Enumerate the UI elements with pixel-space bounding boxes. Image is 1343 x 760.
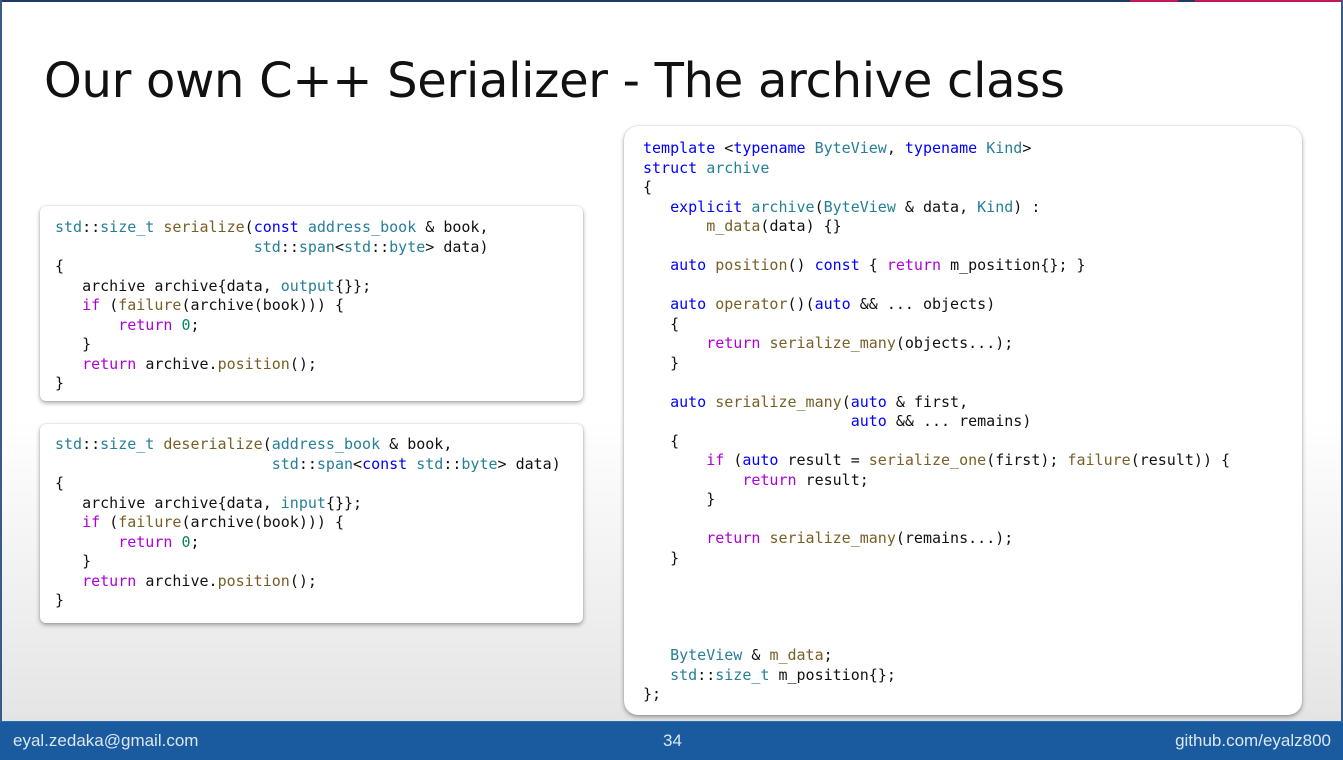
code-line: ByteView & m_data;: [670, 646, 833, 664]
code-line: archive archive{data, output{}};: [82, 276, 372, 295]
code-line: }: [82, 552, 92, 570]
serialize-code-panel: std::size_t serialize(const address_book…: [40, 206, 583, 401]
code-line: auto && ... remains): [850, 412, 1032, 430]
footer-bar: eyal.zedaka@gmail.com 34 github.com/eyal…: [0, 721, 1343, 760]
footer-email: eyal.zedaka@gmail.com: [13, 731, 199, 750]
deserialize-code: std::size_t deserialize(address_book & b…: [55, 435, 561, 611]
code-line: auto operator()(auto && ... objects): [670, 295, 996, 313]
code-line: return result;: [742, 470, 869, 489]
code-line: }: [55, 374, 65, 392]
code-line: {: [55, 474, 65, 492]
code-line: }: [82, 335, 92, 353]
code-line: }: [670, 353, 680, 372]
code-line: return archive.position();: [82, 571, 317, 590]
archive-class-code-panel: template <typename ByteView, typename Ki…: [624, 126, 1302, 715]
code-line: std::span<const std::byte> data): [271, 454, 561, 473]
code-line: {: [643, 178, 653, 196]
code-line: auto serialize_many(auto & first,: [670, 392, 969, 411]
code-line: return 0;: [118, 315, 200, 334]
code-line: {: [55, 257, 65, 275]
top-accent-segment: [1130, 0, 1178, 2]
code-line: return serialize_many(objects...);: [706, 334, 1014, 352]
slide-title: Our own C++ Serializer - The archive cla…: [44, 53, 1065, 109]
code-line: if (failure(archive(book))) {: [82, 513, 344, 531]
code-line: {: [670, 314, 680, 333]
archive-class-code: template <typename ByteView, typename Ki…: [643, 139, 1230, 705]
code-line: std::size_t m_position{};: [670, 665, 896, 684]
code-line: explicit archive(ByteView & data, Kind) …: [670, 197, 1041, 216]
top-stripe: [0, 0, 1343, 2]
code-line: std::size_t deserialize(address_book & b…: [55, 435, 453, 453]
code-line: }: [706, 490, 716, 508]
code-line: archive archive{data, input{}};: [82, 493, 363, 512]
code-line: return archive.position();: [82, 354, 317, 373]
code-line: return serialize_many(remains...);: [706, 529, 1014, 547]
serialize-code: std::size_t serialize(const address_book…: [55, 218, 489, 394]
code-line: };: [643, 685, 662, 703]
code-line: template <typename ByteView, typename Ki…: [643, 139, 1032, 157]
code-line: }: [55, 591, 65, 609]
code-line: }: [670, 548, 680, 567]
footer-github: github.com/eyalz800: [1175, 731, 1331, 750]
code-line: auto position() const { return m_positio…: [670, 256, 1086, 274]
code-line: m_data(data) {}: [706, 217, 842, 235]
page-number: 34: [663, 731, 682, 750]
deserialize-code-panel: std::size_t deserialize(address_book & b…: [40, 424, 583, 623]
code-line: if (auto result = serialize_one(first); …: [706, 451, 1231, 469]
top-accent-segment: [1195, 0, 1343, 2]
left-edge: [0, 0, 2, 721]
code-line: {: [670, 431, 680, 450]
code-line: std::span<std::byte> data): [253, 237, 489, 256]
code-line: return 0;: [118, 532, 200, 551]
code-line: std::size_t serialize(const address_book…: [55, 218, 489, 236]
code-line: if (failure(archive(book))) {: [82, 296, 344, 314]
code-line: struct archive: [643, 158, 770, 177]
